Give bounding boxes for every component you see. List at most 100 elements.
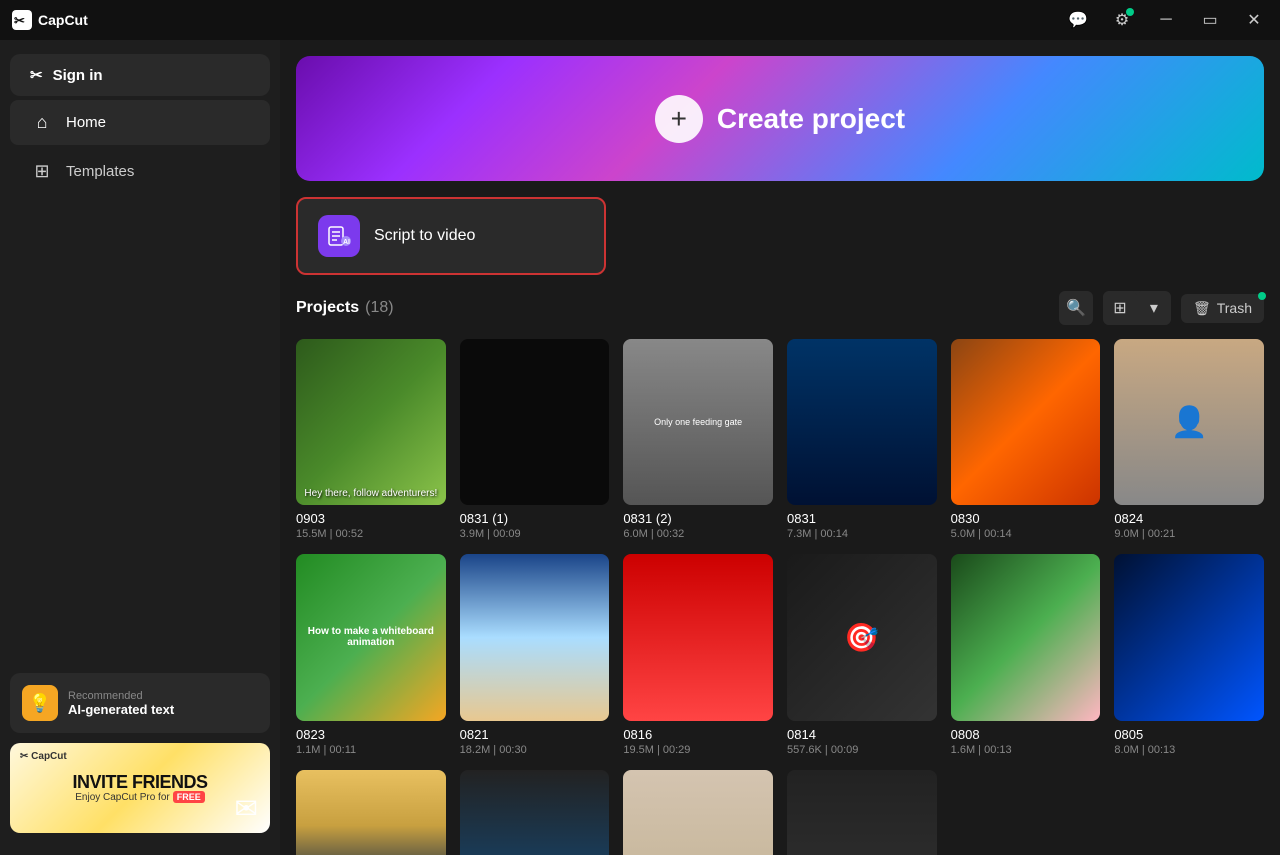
project-meta: 6.0M | 00:32 [623,528,773,540]
script-to-video-button[interactable]: AI Script to video [296,197,606,275]
recommended-box[interactable]: 💡 Recommended AI-generated text [10,673,270,733]
trash-label: Trash [1217,300,1252,316]
signin-button[interactable]: ✂ Sign in [10,54,270,96]
projects-title-group: Projects (18) [296,299,394,317]
project-meta: 19.5M | 00:29 [623,744,773,756]
project-item[interactable]: 0831 7.3M | 00:14 [787,339,937,540]
project-meta: 7.3M | 00:14 [787,528,937,540]
projects-title: Projects [296,299,359,317]
sidebar-item-home[interactable]: ⌂ Home [10,100,270,145]
project-thumbnail: 🎯 [787,554,937,720]
sidebar-item-templates[interactable]: ⊞ Templates [10,149,270,194]
titlebar-left: ✂ CapCut [12,10,88,30]
sidebar-home-label: Home [66,114,106,131]
project-item[interactable]: 👤 [460,770,610,855]
capcut-logo-icon: ✂ [12,10,32,30]
minimize-button[interactable]: ─ [1152,6,1180,34]
invite-inner: ✂ CapCut INVITE FRIENDS Enjoy CapCut Pro… [10,743,270,833]
project-item[interactable]: 0805 8.0M | 00:13 [1114,554,1264,755]
project-name: 0830 [951,511,1101,526]
projects-count: (18) [365,299,393,317]
search-icon: 🔍 [1066,298,1086,318]
close-button[interactable]: ✕ [1240,6,1268,34]
titlebar-controls: 💬 ⚙ ─ ▭ ✕ [1064,6,1268,34]
project-thumbnail: FEUP &WORK H [623,770,773,855]
project-meta: 9.0M | 00:21 [1114,528,1264,540]
project-name: 0831 [787,511,937,526]
project-item[interactable]: 🎯 0814 557.6K | 00:09 [787,554,937,755]
invite-subtitle-text: Enjoy CapCut Pro for [75,792,170,803]
project-item[interactable]: Hey there, follow adventurers! 0903 15.5… [296,339,446,540]
project-name: 0831 (2) [623,511,773,526]
project-meta: 1.1M | 00:11 [296,744,446,756]
project-thumbnail: Hey there, follow adventurers! [296,339,446,505]
signin-icon: ✂ [30,66,43,84]
sidebar: ✂ Sign in ⌂ Home ⊞ Templates 💡 Recommend… [0,40,280,855]
sidebar-bottom: 💡 Recommended AI-generated text ✂ CapCut… [0,663,280,843]
project-item[interactable]: Only one feeding gate 0831 (2) 6.0M | 00… [623,339,773,540]
sidebar-templates-label: Templates [66,163,134,180]
project-thumbnail [1114,554,1264,720]
project-item[interactable]: 👤 0824 9.0M | 00:21 [1114,339,1264,540]
project-name: 0805 [1114,727,1264,742]
project-name: 0903 [296,511,446,526]
invite-text: INVITE FRIENDS Enjoy CapCut Pro for FREE [72,773,207,803]
main-layout: ✂ Sign in ⌂ Home ⊞ Templates 💡 Recommend… [0,40,1280,855]
project-name: 0816 [623,727,773,742]
close-icon: ✕ [1247,10,1260,30]
project-item[interactable]: 0821 18.2M | 00:30 [460,554,610,755]
trash-button[interactable]: 🗑 Trash [1181,294,1264,323]
project-meta: 3.9M | 00:09 [460,528,610,540]
project-thumbnail: 👤 [460,770,610,855]
script-to-video-icon: AI [318,215,360,257]
project-name: 0808 [951,727,1101,742]
recommended-icon: 💡 [22,685,58,721]
view-dropdown-button[interactable]: ▾ [1137,291,1171,325]
invite-banner[interactable]: ✂ CapCut INVITE FRIENDS Enjoy CapCut Pro… [10,743,270,833]
project-thumbnail [951,554,1101,720]
notification-button[interactable]: 💬 [1064,6,1092,34]
grid-view-button[interactable]: ⊞ [1103,291,1137,325]
projects-grid: Hey there, follow adventurers! 0903 15.5… [296,339,1264,855]
home-icon: ⌂ [30,112,54,133]
project-item[interactable] [787,770,937,855]
settings-button[interactable]: ⚙ [1108,6,1136,34]
projects-actions: 🔍 ⊞ ▾ 🗑 Trash [1059,291,1264,325]
project-item[interactable]: 0808 1.6M | 00:13 [951,554,1101,755]
project-thumbnail: 👥 [296,770,446,855]
maximize-icon: ▭ [1202,10,1217,30]
project-thumbnail: How to make a whiteboard animation [296,554,446,720]
trash-notification-dot [1258,292,1266,300]
chevron-down-icon: ▾ [1150,298,1158,318]
search-button[interactable]: 🔍 [1059,291,1093,325]
project-item[interactable]: 0830 5.0M | 00:14 [951,339,1101,540]
script-to-video-label: Script to video [374,227,475,245]
templates-icon: ⊞ [30,161,54,182]
project-meta: 8.0M | 00:13 [1114,744,1264,756]
create-plus-icon: + [655,95,703,143]
project-name: 0821 [460,727,610,742]
capcut-small-logo: ✂ CapCut [20,751,67,762]
project-item[interactable]: 0816 19.5M | 00:29 [623,554,773,755]
project-name: 0814 [787,727,937,742]
maximize-button[interactable]: ▭ [1196,6,1224,34]
project-thumbnail: Only one feeding gate [623,339,773,505]
project-item[interactable]: FEUP &WORK H [623,770,773,855]
recommended-feature: AI-generated text [68,702,174,717]
ai-script-icon: AI [326,223,352,249]
app-logo: ✂ CapCut [12,10,88,30]
create-project-banner[interactable]: + Create project [296,56,1264,181]
project-item[interactable]: 0831 (1) 3.9M | 00:09 [460,339,610,540]
project-meta: 18.2M | 00:30 [460,744,610,756]
project-thumbnail [951,339,1101,505]
chat-icon: 💬 [1068,10,1088,30]
project-item[interactable]: How to make a whiteboard animation 0823 … [296,554,446,755]
project-thumbnail [787,339,937,505]
svg-text:✂: ✂ [14,13,25,28]
project-item[interactable]: 👥 [296,770,446,855]
signin-label: Sign in [53,67,103,84]
create-project-label: Create project [717,103,905,135]
minimize-icon: ─ [1160,11,1171,29]
titlebar: ✂ CapCut 💬 ⚙ ─ ▭ ✕ [0,0,1280,40]
svg-text:AI: AI [343,239,350,246]
